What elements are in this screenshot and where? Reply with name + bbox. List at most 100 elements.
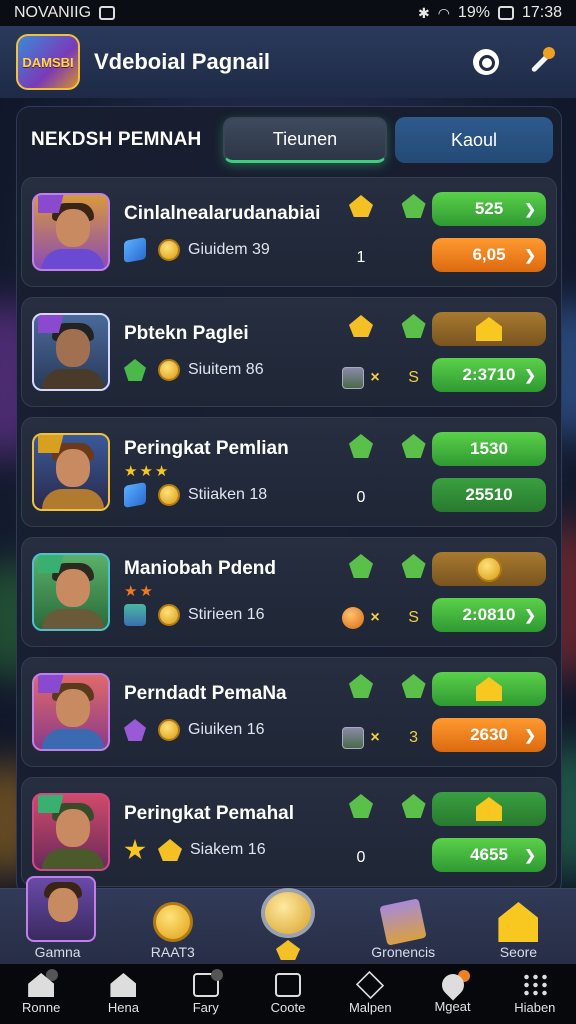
score-value: 2630 [470,725,508,744]
player-stat: Stiiaken 18 [188,486,268,503]
chevron-right-icon: ❯ [524,846,536,863]
nav-label: Hiaben [514,1000,556,1015]
coin-icon [152,902,193,942]
search-button[interactable] [466,42,506,82]
coin-icon [476,556,502,582]
coin-icon [158,604,180,626]
cube-icon [356,970,385,1000]
player-row[interactable]: Pbtekn Paglei Siuitem 86 × S 2:3710 ❯ [21,297,557,407]
nav-mgeat[interactable]: Mgeat [418,969,488,1014]
leaf-icon [401,794,426,818]
player-row[interactable]: Maniobah Pdend ★★ Stirieen 16 × S 2:0810… [21,537,557,647]
score-button[interactable]: 6,05 ❯ [432,238,546,272]
leaf-icon [401,434,426,458]
tab-kaoul[interactable]: Kaoul [395,117,553,163]
player-stat: Siakem 16 [190,841,266,858]
leaf-icon [401,314,426,338]
score-value: 25510 [465,485,513,504]
player-name: Perndadt PemaNa [124,683,287,704]
reward-button[interactable]: 1530 [432,432,546,466]
player-row[interactable]: Cinlalnealarudanabiai Giuidem 39 1 525 ❯ … [21,177,557,287]
nav-label: Ronne [21,1000,61,1015]
nav-ronne[interactable]: Ronne [6,969,76,1015]
reward-label: Gronencis [371,944,436,960]
tools-button[interactable] [520,42,560,82]
medal-icon [261,888,315,938]
multiplier-value: S [408,369,419,386]
multiply-icon: × [370,369,380,386]
score-value: 2:3710 [462,365,516,384]
reward-value: 525 [474,199,504,218]
nav-coote[interactable]: Coote [253,973,323,1015]
reward-gamna[interactable]: Gamna [0,876,115,964]
reward-button[interactable] [432,552,546,586]
score-button[interactable]: 4655 ❯ [432,838,546,872]
house-icon [476,677,502,701]
star-rating: ★★ [124,583,155,600]
app-logo[interactable]: DAMSBI [16,34,80,90]
carrier-text: NOVANIIG [14,4,92,21]
app-title: Vdeboial Pagnail [94,49,271,74]
player-row[interactable]: Peringkat Pemlian ★★★ Stiiaken 18 0 1530… [21,417,557,527]
potion-icon [342,727,365,749]
player-avatar [26,876,96,942]
star-icon [348,315,373,337]
battery-icon [497,6,514,20]
chest-icon [124,604,146,626]
house-icon [110,973,137,997]
chevron-right-icon: ❯ [524,726,536,743]
reward-button[interactable] [432,792,546,826]
reward-label: Gamna [34,944,81,960]
star-icon [348,195,373,217]
player-list: Cinlalnealarudanabiai Giuidem 39 1 525 ❯ … [17,177,561,887]
reward-button[interactable] [432,672,546,706]
tab-tieunen[interactable]: Tieunen [223,117,387,163]
player-row[interactable]: Peringkat Pemahal Siakem 16 0 4655 ❯ [21,777,557,887]
player-stat: Giuiken 16 [188,721,265,738]
nav-hiaben[interactable]: Hiaben [500,973,570,1015]
reward-gronencis[interactable]: Gronencis [346,888,461,964]
player-avatar [32,793,110,871]
leaf-icon [401,554,426,578]
score-button[interactable]: 25510 [432,478,546,512]
reward-button[interactable]: 525 ❯ [432,192,546,226]
reward-seore[interactable]: Seore [461,888,576,964]
score-button[interactable]: 2630 ❯ [432,718,546,752]
potion-icon [342,367,365,389]
player-row[interactable]: Perndadt PemaNa Giuiken 16 × 3 2630 ❯ [21,657,557,767]
reward-raat3[interactable]: RAAT3 [115,888,230,964]
nav-fary[interactable]: Fary [171,969,241,1015]
chevron-right-icon: ❯ [524,200,536,217]
star-icon [124,839,146,860]
player-avatar [32,673,110,751]
coin-icon [158,359,180,381]
gold-icon [158,839,182,861]
player-name: Pbtekn Paglei [124,323,249,344]
coin-icon [158,484,180,506]
chevron-right-icon: ❯ [524,246,536,263]
player-name: Peringkat Pemahal [124,803,295,824]
multiply-icon: × [370,729,380,746]
nav-malpen[interactable]: Malpen [335,970,405,1015]
gem-icon [124,237,146,263]
reward-uouuss[interactable]: uouuss [230,888,345,964]
wifi-icon: ◠ [437,4,450,21]
reward-value: 1530 [470,439,508,458]
score-button[interactable]: 2:0810 ❯ [432,598,546,632]
player-stat: Siuitem 86 [188,361,264,378]
coin-icon [158,719,180,741]
player-name: Maniobah Pdend [124,558,276,579]
grid-icon [521,973,548,997]
house-icon [498,902,539,942]
player-avatar [32,553,110,631]
crystal-icon [124,719,146,741]
nav-hena[interactable]: Hena [88,973,158,1015]
reward-button[interactable] [432,312,546,346]
leaf-icon [124,359,146,381]
score-button[interactable]: 2:3710 ❯ [432,358,546,392]
score-value: 4655 [470,845,508,864]
clock: 17:38 [521,4,562,21]
panel-title: NEKDSH PEMNAH [31,129,202,150]
nav-label: Fary [192,1000,219,1015]
nav-label: Malpen [348,1000,392,1015]
